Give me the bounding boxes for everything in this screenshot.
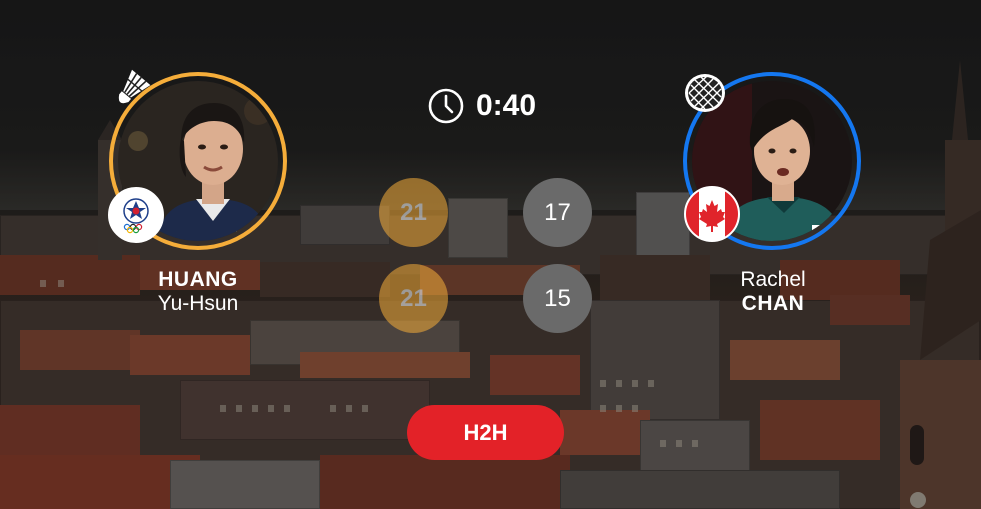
game-2-right-score: 15 (523, 264, 592, 333)
match-timer: 0:40 (428, 88, 536, 124)
player-right-name[interactable]: Rachel CHAN (673, 268, 873, 316)
game-1-left-score: 21 (379, 178, 448, 247)
canada-flag-icon (684, 186, 740, 242)
player-left-name[interactable]: HUANG Yu-Hsun (98, 268, 298, 316)
game-2-left-score: 21 (379, 264, 448, 333)
player-left-last-name: HUANG (158, 268, 238, 291)
player-left-first-name: Yu-Hsun (157, 292, 239, 315)
game-1-right-score: 17 (523, 178, 592, 247)
shuttlecock-icon (118, 69, 151, 104)
match-duration: 0:40 (476, 89, 537, 122)
player-right-last-name: CHAN (741, 292, 805, 315)
racket-icon (685, 74, 725, 112)
player-right-first-name: Rachel (740, 268, 806, 291)
clock-icon (428, 88, 464, 124)
chinese-taipei-flag-icon (108, 187, 164, 243)
h2h-button[interactable]: H2H (407, 405, 564, 460)
